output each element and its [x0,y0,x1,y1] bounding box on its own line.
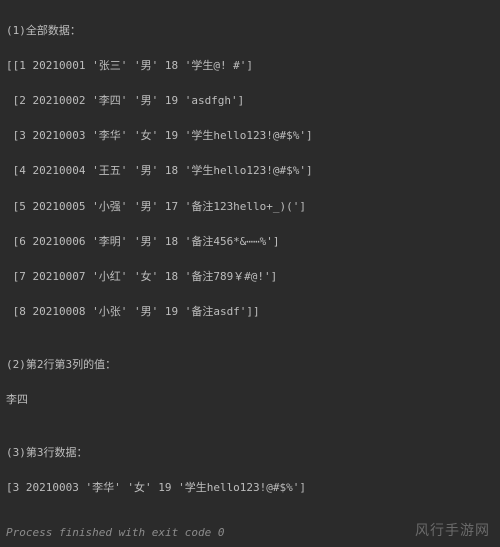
output-line: [[1 20210001 '张三' '男' 18 '学生@! #'] [6,57,494,75]
output-line: (2)第2行第3列的值： [6,356,494,374]
output-line: [2 20210002 '李四' '男' 19 'asdfgh'] [6,92,494,110]
output-line: [8 20210008 '小张' '男' 19 '备注asdf']] [6,303,494,321]
output-line: [3 20210003 '李华' '女' 19 '学生hello123!@#$%… [6,479,494,497]
output-line: [3 20210003 '李华' '女' 19 '学生hello123!@#$%… [6,127,494,145]
console-output: (1)全部数据： [[1 20210001 '张三' '男' 18 '学生@! … [0,0,500,520]
output-line: [6 20210006 '李明' '男' 18 '备注456*&⋯⋯%'] [6,233,494,251]
output-line: (1)全部数据： [6,22,494,40]
output-line: [5 20210005 '小强' '男' 17 '备注123hello+_)('… [6,198,494,216]
output-line: (3)第3行数据： [6,444,494,462]
watermark-text: 风行手游网 [415,521,490,543]
output-line: [4 20210004 '王五' '男' 18 '学生hello123!@#$%… [6,162,494,180]
output-line: 李四 [6,391,494,409]
output-line: [7 20210007 '小红' '女' 18 '备注789￥#@!'] [6,268,494,286]
